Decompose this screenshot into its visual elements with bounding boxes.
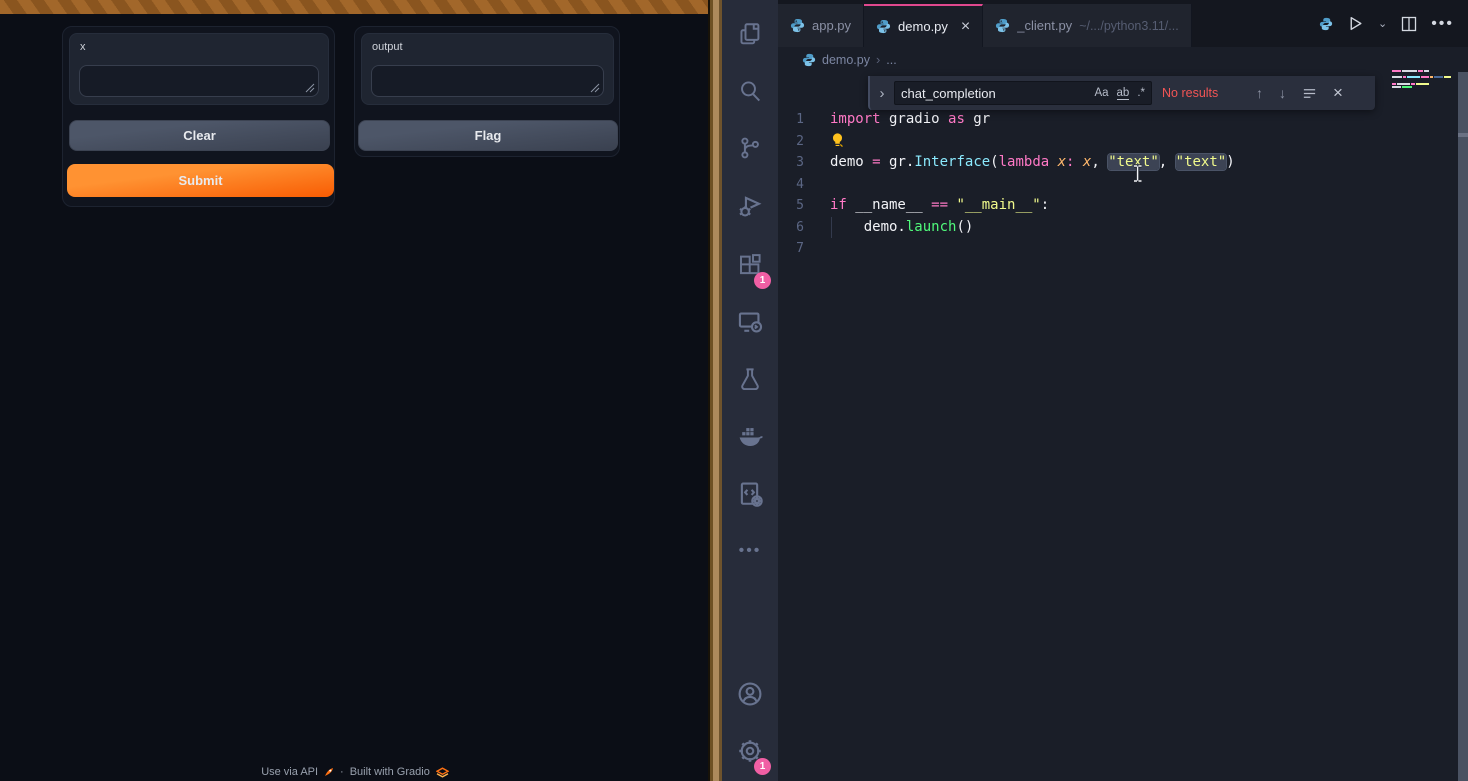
- use-via-api-link[interactable]: Use via API: [261, 766, 318, 778]
- window-edge-divider: [708, 0, 722, 781]
- line-number: 1: [778, 109, 830, 131]
- run-debug-icon[interactable]: [722, 186, 778, 226]
- match-case-icon[interactable]: Aa: [1094, 87, 1108, 99]
- settings-gear-icon[interactable]: 1: [722, 731, 778, 771]
- regex-icon[interactable]: .*: [1137, 87, 1145, 99]
- line-number: 7: [778, 238, 830, 260]
- tab-close-icon[interactable]: ×: [961, 18, 970, 36]
- breadcrumb-chevron-icon: ›: [876, 52, 880, 67]
- search-icon[interactable]: [722, 71, 778, 111]
- toggle-replace-chevron-icon[interactable]: ›: [870, 85, 894, 102]
- editor-actions: ⌄ •••: [1305, 0, 1468, 47]
- find-query-input[interactable]: [895, 86, 1090, 101]
- code-editor[interactable]: 1import gradio as gr23demo = gr.Interfac…: [778, 109, 1468, 260]
- split-editor-icon[interactable]: [1401, 16, 1417, 32]
- code-line: 7: [778, 238, 1468, 260]
- find-close-icon[interactable]: ×: [1333, 83, 1343, 103]
- find-next-icon[interactable]: ↓: [1279, 85, 1286, 101]
- resize-handle-icon[interactable]: [305, 83, 315, 93]
- resize-handle-icon[interactable]: [590, 83, 600, 93]
- code-lines: 1import gradio as gr23demo = gr.Interfac…: [778, 109, 1468, 260]
- find-previous-icon[interactable]: ↑: [1256, 85, 1263, 101]
- line-number: 6: [778, 217, 830, 239]
- footer-separator: ·: [340, 766, 344, 778]
- input-panel: x: [69, 33, 329, 105]
- breadcrumb-symbol[interactable]: ...: [886, 53, 896, 67]
- code-line: 4: [778, 174, 1468, 196]
- python-file-icon: [802, 53, 816, 67]
- code-line: 3demo = gr.Interface(lambda x: x, "text"…: [778, 152, 1468, 174]
- code-line: 5if __name__ == "__main__":: [778, 195, 1468, 217]
- python-file-icon: [995, 18, 1010, 33]
- scrollbar-track[interactable]: [1458, 72, 1468, 781]
- find-in-selection-icon[interactable]: [1302, 86, 1317, 101]
- tab-demo-py[interactable]: demo.py ×: [864, 4, 983, 47]
- output-column-group: output Flag: [354, 26, 620, 157]
- testing-flask-icon[interactable]: [722, 359, 778, 399]
- submit-button[interactable]: Submit: [67, 164, 334, 197]
- code-line: 6 demo.launch(): [778, 217, 1468, 239]
- find-widget: › Aa ab .* No results ↑ ↓ ×: [868, 76, 1375, 110]
- tab-label: app.py: [812, 18, 851, 33]
- find-input-box: Aa ab .*: [894, 81, 1152, 105]
- extensions-badge: 1: [754, 272, 771, 289]
- tab-path-detail: ~/.../python3.11/...: [1079, 19, 1179, 33]
- output-panel: output: [361, 33, 614, 105]
- code-line: 2: [778, 131, 1468, 153]
- line-number: 2: [778, 131, 830, 153]
- mouse-text-cursor: [1131, 164, 1144, 183]
- settings-badge: 1: [754, 758, 771, 775]
- breadcrumb-file[interactable]: demo.py: [822, 53, 870, 67]
- python-file-icon: [790, 18, 805, 33]
- screen: x Clear Submit output Flag Use via API ·…: [0, 0, 1468, 781]
- output-label: output: [372, 41, 403, 53]
- built-with-gradio-link[interactable]: Built with Gradio: [350, 766, 430, 778]
- editor-tab-bar: app.py demo.py × _client.py ~/.../python…: [778, 0, 1468, 47]
- python-file-icon: [876, 19, 891, 34]
- account-icon[interactable]: [722, 674, 778, 714]
- tab-label: demo.py: [898, 19, 948, 34]
- source-control-icon[interactable]: [722, 128, 778, 168]
- activity-bar: 1 ••• 1: [722, 0, 778, 781]
- output-textarea[interactable]: [371, 65, 604, 97]
- gradio-footer: Use via API · Built with Gradio: [0, 766, 710, 781]
- extensions-icon[interactable]: 1: [722, 245, 778, 285]
- more-views-icon[interactable]: •••: [722, 531, 778, 571]
- whole-word-icon[interactable]: ab: [1117, 87, 1130, 100]
- run-dropdown-chevron-icon[interactable]: ⌄: [1378, 17, 1387, 30]
- gradio-logo-icon: [436, 767, 449, 778]
- loading-stripes-bar: [0, 0, 722, 14]
- docker-icon[interactable]: [722, 417, 778, 457]
- scrollbar-mark: [1458, 133, 1468, 137]
- find-nav: ↑ ↓ ×: [1256, 83, 1343, 103]
- vscode-window: 1 ••• 1: [722, 0, 1468, 781]
- run-file-icon[interactable]: [1347, 15, 1364, 32]
- python-env-icon: [1319, 17, 1333, 31]
- input-textarea[interactable]: [79, 65, 319, 97]
- remote-explorer-icon[interactable]: [722, 302, 778, 342]
- input-label: x: [80, 41, 86, 53]
- clear-button[interactable]: Clear: [69, 120, 330, 151]
- tab-client-py[interactable]: _client.py ~/.../python3.11/...: [983, 4, 1191, 47]
- gradio-app: x Clear Submit output Flag Use via API ·…: [0, 14, 710, 781]
- line-number: 4: [778, 174, 830, 196]
- rocket-icon: [324, 767, 334, 777]
- explorer-icon[interactable]: [722, 14, 778, 54]
- tab-label: _client.py: [1017, 18, 1072, 33]
- more-actions-icon[interactable]: •••: [1431, 15, 1454, 33]
- breadcrumb[interactable]: demo.py › ...: [778, 47, 1468, 72]
- flag-button[interactable]: Flag: [358, 120, 618, 151]
- code-line: 1import gradio as gr: [778, 109, 1468, 131]
- input-column-group: x Clear Submit: [62, 26, 335, 207]
- line-number: 3: [778, 152, 830, 174]
- tab-app-py[interactable]: app.py: [778, 4, 864, 47]
- find-results-status: No results: [1162, 86, 1250, 100]
- file-settings-icon[interactable]: [722, 474, 778, 514]
- line-number: 5: [778, 195, 830, 217]
